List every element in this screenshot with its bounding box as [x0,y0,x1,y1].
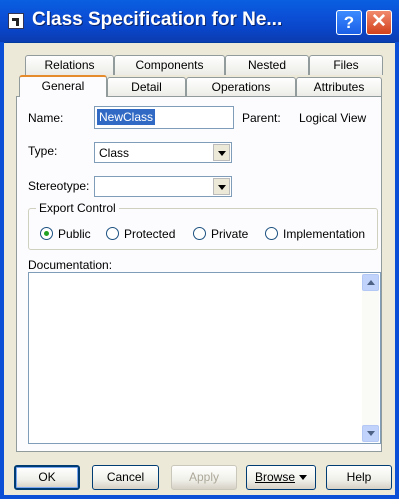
name-label: Name: [28,111,64,125]
tab-nested[interactable]: Nested [225,55,309,75]
help-icon[interactable]: ? [336,10,362,35]
window-title: Class Specification for Ne... [32,9,283,30]
apply-button[interactable]: Apply [171,465,237,490]
name-value: NewClass [97,109,156,125]
tab-attributes[interactable]: Attributes [296,77,382,97]
ok-button[interactable]: OK [14,465,80,490]
parent-label: Parent: [242,111,281,125]
tab-relations[interactable]: Relations [25,55,114,75]
help-button[interactable]: Help [326,465,392,490]
parent-value: Logical View [299,111,367,125]
tab-general[interactable]: General [19,75,107,97]
tab-files[interactable]: Files [309,55,383,75]
documentation-label: Documentation: [28,258,113,272]
tab-operations[interactable]: Operations [186,77,296,97]
title-bar[interactable]: Class Specification for Ne... ? ✕ [0,0,399,43]
documentation-textarea[interactable] [28,272,381,444]
scroll-down-icon[interactable] [362,425,379,442]
close-icon[interactable]: ✕ [366,10,392,35]
export-control-label: Export Control [36,201,119,215]
radio-protected[interactable] [106,227,119,240]
type-dropdown[interactable]: Class [94,142,232,163]
documentation-scrollbar[interactable] [362,274,379,442]
window-frame-bottom [0,495,399,499]
type-label: Type: [28,144,58,158]
browse-button[interactable]: Browse [246,465,316,490]
tab-detail[interactable]: Detail [107,77,186,97]
radio-implementation-label[interactable]: Implementation [283,227,365,241]
scroll-up-icon[interactable] [362,274,379,291]
chevron-down-icon [299,475,307,481]
tab-components[interactable]: Components [114,55,225,75]
stereotype-dropdown[interactable] [94,176,232,197]
chevron-down-icon[interactable] [213,144,230,161]
radio-implementation[interactable] [265,227,278,240]
browse-label: Browse [254,470,295,484]
window-frame-left [0,42,4,499]
stereotype-label: Stereotype: [28,179,90,193]
radio-public-label[interactable]: Public [58,227,91,241]
chevron-down-icon[interactable] [213,178,230,195]
name-field[interactable]: NewClass [94,106,234,129]
app-icon [8,13,24,29]
window-frame-right [395,42,399,499]
radio-protected-label[interactable]: Protected [124,227,175,241]
radio-private[interactable] [193,227,206,240]
radio-private-label[interactable]: Private [211,227,248,241]
radio-public[interactable] [40,227,53,240]
cancel-button[interactable]: Cancel [92,465,159,490]
class-specification-dialog: Class Specification for Ne... ? ✕ Relati… [0,0,399,499]
type-value: Class [99,146,130,160]
